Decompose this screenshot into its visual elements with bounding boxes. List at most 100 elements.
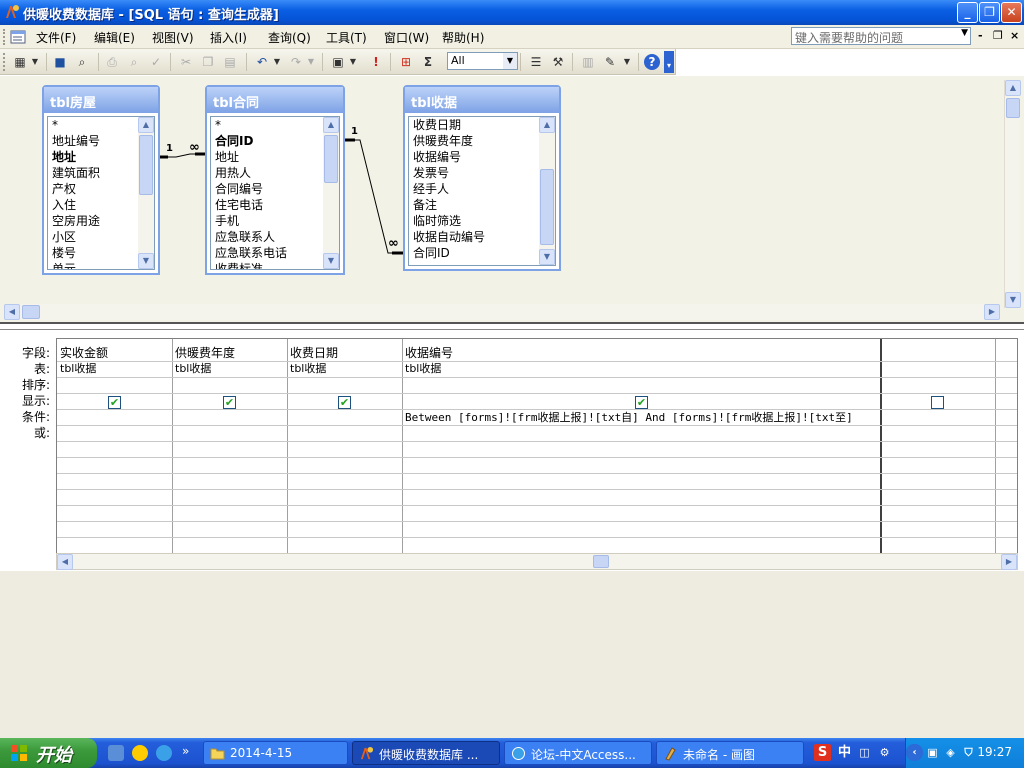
help-question-input[interactable]: 键入需要帮助的问题 ▼: [791, 27, 971, 45]
scroll-thumb[interactable]: [1006, 98, 1020, 118]
grid-field-cell[interactable]: 实收金额: [57, 345, 172, 361]
relationship-many-label: ∞: [189, 140, 200, 155]
folder-icon: [210, 748, 225, 760]
network-icon[interactable]: ▣: [924, 744, 941, 761]
scroll-thumb[interactable]: [22, 305, 40, 319]
access-icon: [6, 5, 19, 18]
menu-file[interactable]: 文件(F): [36, 29, 76, 46]
undo-icon[interactable]: ↶: [254, 54, 270, 70]
view-icon[interactable]: ▦: [12, 54, 28, 70]
menu-edit[interactable]: 编辑(E): [94, 29, 135, 46]
restore-button[interactable]: ❐: [979, 2, 1000, 23]
search-icon[interactable]: ⌕: [74, 54, 90, 70]
relationship-many-label: ∞: [388, 236, 399, 251]
pane-splitter[interactable]: [0, 322, 1024, 330]
browser-icon[interactable]: [156, 745, 172, 761]
scroll-up-icon[interactable]: ▲: [1005, 80, 1021, 96]
browser-icon: [512, 747, 525, 760]
ime-chinese-icon[interactable]: 中: [836, 744, 853, 761]
toolbar-options-icon[interactable]: ▾: [664, 51, 674, 73]
show-table-icon[interactable]: ⊞: [398, 54, 414, 70]
top-values-select[interactable]: All ▼: [447, 52, 518, 70]
chevron-down-icon[interactable]: ▼: [503, 53, 517, 69]
show-checkbox[interactable]: [931, 396, 944, 409]
ime-sogou-icon[interactable]: S: [814, 744, 831, 761]
paste-icon[interactable]: ▤: [222, 54, 238, 70]
grid-field-cell[interactable]: 收据编号: [402, 345, 880, 361]
chevron-down-icon[interactable]: ▼: [30, 54, 40, 70]
show-checkbox[interactable]: ✔: [223, 396, 236, 409]
grid-table-cell[interactable]: tbl收据: [402, 361, 880, 377]
minimize-button[interactable]: _: [957, 2, 978, 23]
task-button-access[interactable]: 供暖收费数据库 ...: [352, 741, 500, 765]
menu-query[interactable]: 查询(Q): [268, 29, 311, 46]
chevron-down-icon[interactable]: ▼: [622, 54, 632, 70]
grid-table-cell[interactable]: tbl收据: [172, 361, 287, 377]
show-checkbox[interactable]: ✔: [108, 396, 121, 409]
menu-view[interactable]: 视图(V): [152, 29, 194, 46]
menu-tools[interactable]: 工具(T): [326, 29, 367, 46]
menu-insert[interactable]: 插入(I): [210, 29, 247, 46]
security-icon[interactable]: ◈: [942, 744, 959, 761]
help-icon[interactable]: ?: [644, 54, 660, 70]
tray-expand-icon[interactable]: ‹: [906, 744, 923, 761]
table-pane-vscroll[interactable]: ▲ ▼: [1004, 80, 1021, 308]
ime-settings-icon[interactable]: ⚙: [876, 744, 893, 761]
query-window-icon[interactable]: [10, 29, 26, 45]
grid-criteria-cell[interactable]: Between [forms]![frm收据上报]![txt自] And [fo…: [402, 410, 880, 426]
spelling-icon[interactable]: ✓: [148, 54, 164, 70]
menu-help[interactable]: 帮助(H): [442, 29, 484, 46]
mdi-minimize-button[interactable]: -: [978, 29, 983, 42]
scroll-left-icon[interactable]: ◀: [57, 554, 73, 570]
totals-icon[interactable]: Σ: [420, 54, 436, 70]
scroll-down-icon[interactable]: ▼: [1005, 292, 1021, 308]
windows-logo-icon: [11, 745, 27, 761]
chevron-down-icon[interactable]: ▼: [306, 54, 316, 70]
explorer-icon[interactable]: [108, 745, 124, 761]
scroll-right-icon[interactable]: ▶: [984, 304, 1000, 320]
save-icon[interactable]: ■: [52, 54, 68, 70]
quicklaunch-overflow-icon[interactable]: »: [182, 744, 189, 758]
cut-icon[interactable]: ✂: [178, 54, 194, 70]
run-icon[interactable]: !: [368, 54, 384, 70]
design-grid-hscroll[interactable]: ◀ ▶: [56, 553, 1018, 570]
row-label-criteria: 条件:: [21, 410, 50, 424]
qq-icon[interactable]: [132, 745, 148, 761]
task-button-browser[interactable]: 论坛-中文Access...: [504, 741, 652, 765]
show-checkbox[interactable]: ✔: [635, 396, 648, 409]
menu-window[interactable]: 窗口(W): [384, 29, 429, 46]
query-design-toolbar: ▦ ▼ ■ ⌕ ⎙ ⌕ ✓ ✂ ❐ ▤ ↶ ▼ ↷ ▼ ▣ ▼ ! ⊞ Σ ☰ …: [0, 49, 676, 75]
start-button[interactable]: 开始: [0, 738, 97, 768]
table-pane-hscroll[interactable]: ◀ ▶: [4, 304, 1000, 320]
redo-icon[interactable]: ↷: [288, 54, 304, 70]
print-preview-icon[interactable]: ⌕: [126, 54, 142, 70]
grid-field-cell[interactable]: 收费日期: [287, 345, 402, 361]
shield-icon[interactable]: ⛉: [960, 744, 977, 761]
ime-fullwidth-icon[interactable]: ◫: [856, 744, 873, 761]
close-button[interactable]: ✕: [1001, 2, 1022, 23]
task-button-folder[interactable]: 2014-4-15: [203, 741, 348, 765]
builder-icon[interactable]: ⚒: [550, 54, 566, 70]
grid-field-cell[interactable]: 供暖费年度: [172, 345, 287, 361]
menu-grip[interactable]: [3, 29, 6, 45]
chevron-down-icon[interactable]: ▼: [348, 54, 358, 70]
mdi-close-button[interactable]: ×: [1010, 29, 1019, 42]
new-object-icon[interactable]: ✎: [602, 54, 618, 70]
chevron-down-icon[interactable]: ▼: [961, 28, 968, 38]
copy-icon[interactable]: ❐: [200, 54, 216, 70]
row-label-or: 或:: [33, 426, 50, 440]
print-icon[interactable]: ⎙: [104, 54, 120, 70]
scroll-right-icon[interactable]: ▶: [1001, 554, 1017, 570]
toolbar-grip[interactable]: [3, 53, 6, 71]
grid-table-cell[interactable]: tbl收据: [57, 361, 172, 377]
query-type-icon[interactable]: ▣: [330, 54, 346, 70]
task-button-paint[interactable]: 未命名 - 画图: [656, 741, 804, 765]
grid-table-cell[interactable]: tbl收据: [287, 361, 402, 377]
database-window-icon[interactable]: ▥: [580, 54, 596, 70]
show-checkbox[interactable]: ✔: [338, 396, 351, 409]
scroll-thumb[interactable]: [593, 555, 609, 568]
mdi-restore-button[interactable]: ❐: [993, 29, 1003, 42]
properties-icon[interactable]: ☰: [528, 54, 544, 70]
chevron-down-icon[interactable]: ▼: [272, 54, 282, 70]
scroll-left-icon[interactable]: ◀: [4, 304, 20, 320]
